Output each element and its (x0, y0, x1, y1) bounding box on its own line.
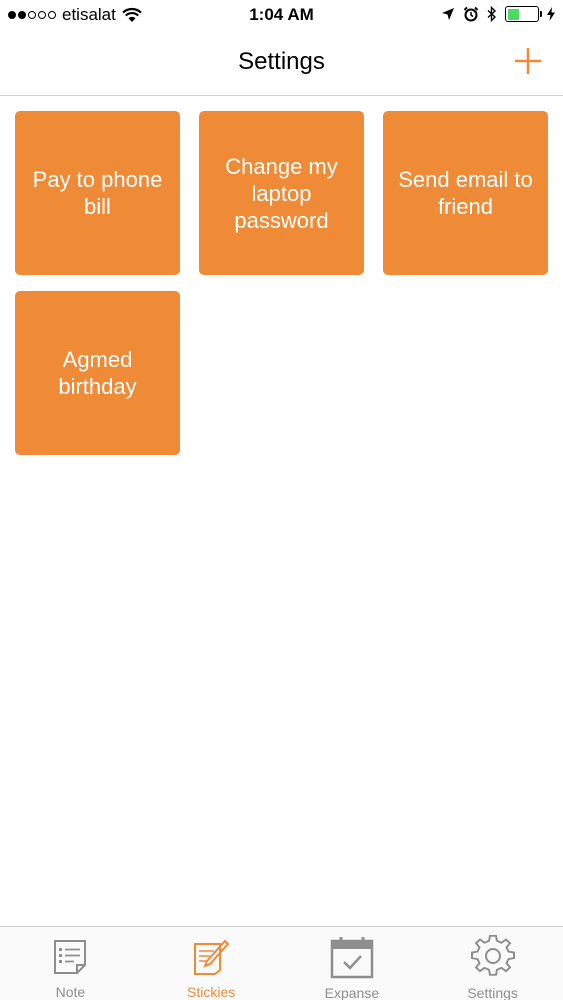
sticky-note-text: Agmed birthday (58, 347, 137, 399)
battery-icon (505, 6, 542, 22)
calendar-icon (330, 935, 374, 979)
tab-stickies[interactable]: Stickies (141, 927, 282, 1000)
sticky-note-text: Pay to phone bill (32, 167, 163, 219)
tab-bar: Note Stickies Expanse Settings (0, 926, 563, 1000)
tab-label: Note (55, 984, 86, 1000)
sticky-note[interactable]: Agmed birthday (15, 291, 180, 455)
tab-note[interactable]: Note (0, 927, 141, 1000)
tab-label: Settings (467, 985, 518, 1000)
tab-settings[interactable]: Settings (422, 927, 563, 1000)
bluetooth-icon (487, 6, 497, 22)
stickies-icon (189, 935, 233, 978)
charging-bolt-icon (547, 7, 555, 21)
tab-label: Stickies (187, 984, 236, 1000)
navigation-bar: Settings (0, 32, 563, 96)
note-icon (48, 935, 92, 978)
sticky-note[interactable]: Send email to friend (383, 111, 548, 275)
sticky-note[interactable]: Change my laptop password (199, 111, 364, 275)
page-title: Settings (238, 48, 325, 75)
tab-expanse[interactable]: Expanse (282, 927, 423, 1000)
gear-icon (470, 935, 515, 979)
tab-label: Expanse (324, 985, 380, 1000)
add-button[interactable] (513, 46, 543, 76)
alarm-icon (463, 6, 479, 22)
stickies-grid: Pay to phone bill Change my laptop passw… (15, 111, 548, 455)
location-arrow-icon (442, 8, 454, 20)
sticky-note[interactable]: Pay to phone bill (15, 111, 180, 275)
status-bar: etisalat 1:04 AM (0, 0, 563, 32)
sticky-note-text: Change my laptop password (225, 153, 338, 233)
status-right (441, 6, 555, 22)
sticky-note-text: Send email to friend (398, 167, 533, 219)
